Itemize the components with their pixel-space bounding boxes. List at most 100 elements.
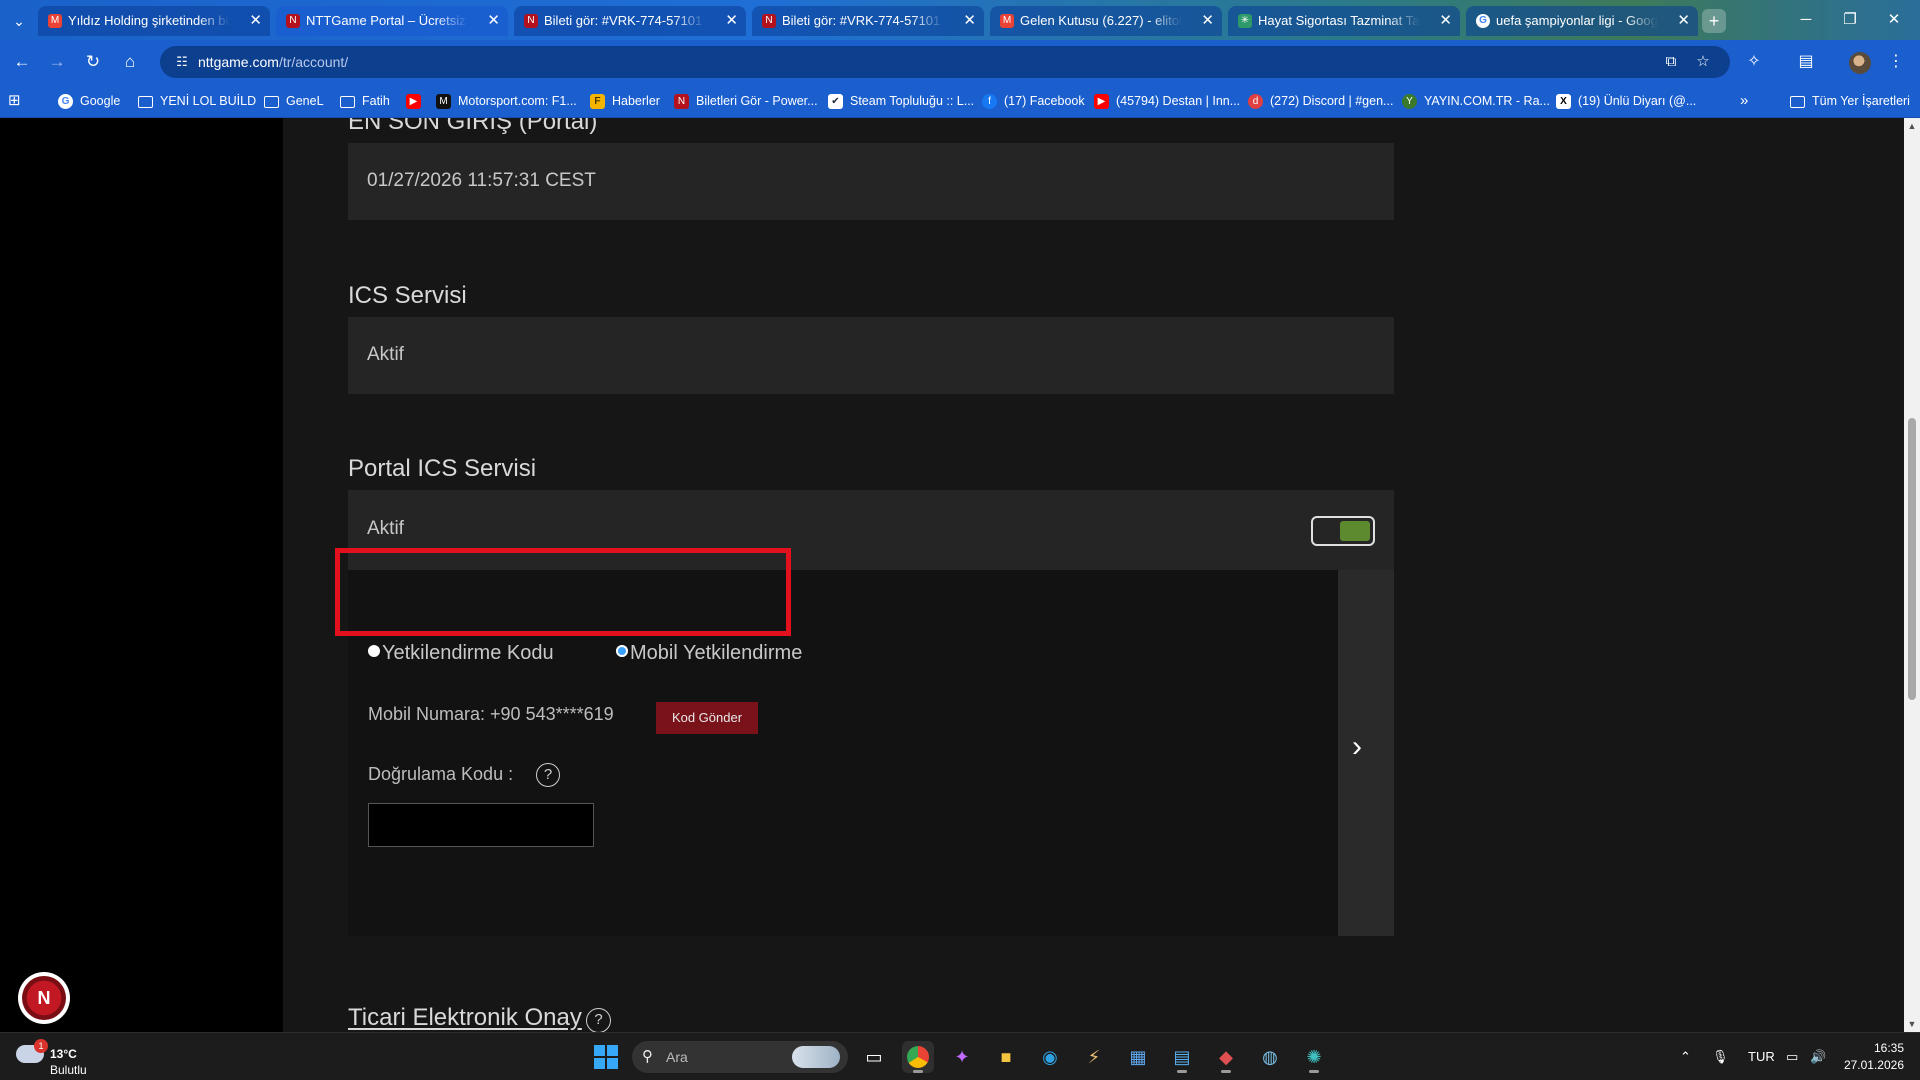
tab-4[interactable]: M Gelen Kutusu (6.227) - elitolov ✕ xyxy=(990,6,1222,36)
nttgame-logo[interactable]: N xyxy=(18,972,70,1024)
next-panel-button[interactable]: › xyxy=(1338,570,1394,936)
google-icon: G xyxy=(1476,14,1490,28)
game-app-icon[interactable]: ◆ xyxy=(1210,1041,1242,1073)
start-button[interactable] xyxy=(594,1045,618,1069)
reading-mode-icon[interactable]: ▤ xyxy=(1794,50,1818,74)
network-app-icon[interactable]: ✺ xyxy=(1298,1041,1330,1073)
network-icon[interactable]: ▭ xyxy=(1786,1033,1798,1080)
news-icon: F xyxy=(590,94,605,109)
bookmarks-overflow-button[interactable]: » xyxy=(1740,84,1748,118)
mobile-number-label: Mobil Numara: +90 543****619 xyxy=(368,704,614,724)
profile-avatar[interactable] xyxy=(1849,52,1871,74)
tab-5[interactable]: ✳ Hayat Sigortası Tazminat Talebi ✕ xyxy=(1228,6,1460,36)
running-indicator xyxy=(1309,1070,1319,1073)
bookmark-motorsport[interactable]: M Motorsport.com: F1... xyxy=(436,84,577,118)
bookmark-folder-fatih[interactable]: Fatih xyxy=(340,84,390,118)
home-icon[interactable]: ⌂ xyxy=(116,48,144,76)
reload-icon[interactable]: ↻ xyxy=(79,48,107,76)
back-icon[interactable]: ← xyxy=(8,48,36,76)
close-window-icon[interactable]: ✕ xyxy=(1866,0,1920,40)
windows-taskbar: 1 13°C Bulutlu ⚲ Ara ▭ ✦ ■ ◉ ⚡ ▦ ▤ ◆ ◍ ✺… xyxy=(0,1032,1920,1080)
clock[interactable]: 16:35 27.01.2026 xyxy=(1840,1040,1904,1074)
search-icon: ⚲ xyxy=(642,1048,653,1065)
task-view-icon[interactable]: ▭ xyxy=(858,1041,890,1073)
taskbar-search[interactable]: ⚲ Ara xyxy=(632,1041,848,1073)
tab-0[interactable]: M Yıldız Holding şirketinden bir B ✕ xyxy=(38,6,270,36)
tray-overflow-icon[interactable]: ⌃ xyxy=(1680,1033,1691,1080)
search-highlight-image xyxy=(792,1046,840,1068)
url-text[interactable]: nttgame.com/tr/account/ xyxy=(198,46,348,78)
all-bookmarks-button[interactable]: Tüm Yer İşaretleri xyxy=(1790,84,1910,118)
volume-icon[interactable]: 🔊 xyxy=(1810,1033,1826,1080)
tab-title: Yıldız Holding şirketinden bir B xyxy=(68,13,230,28)
language-indicator[interactable]: TUR xyxy=(1748,1033,1775,1080)
send-code-button[interactable]: Kod Gönder xyxy=(656,702,758,734)
file-explorer-icon[interactable]: ■ xyxy=(990,1041,1022,1073)
bookmark-star-icon[interactable]: ☆ xyxy=(1692,51,1714,73)
nttgame-icon: N xyxy=(674,94,689,109)
help-icon[interactable]: ? xyxy=(586,1008,611,1033)
running-indicator xyxy=(1177,1070,1187,1073)
tab-1[interactable]: N NTTGame Portal – Ücretsiz Onl ✕ xyxy=(276,6,508,36)
site-info-icon[interactable]: ☷ xyxy=(172,52,192,72)
bookmark-discord[interactable]: d (272) Discord | #gen... xyxy=(1248,84,1393,118)
bookmark-haberler[interactable]: F Haberler xyxy=(590,84,660,118)
windows-icon-pane xyxy=(607,1058,618,1069)
radio-mobile-auth[interactable]: Mobil Yetkilendirme xyxy=(616,642,802,665)
forward-icon[interactable]: → xyxy=(43,48,71,76)
tab-title: Bileti gör: #VRK-774-57101 - P xyxy=(544,13,706,28)
verification-code-input[interactable] xyxy=(368,803,594,847)
tab-6[interactable]: G uefa şampiyonlar ligi - Google ✕ xyxy=(1466,6,1698,36)
leaf-icon: ✳ xyxy=(1238,14,1252,28)
bookmark-folder-lol[interactable]: YENİ LOL BUİLD xyxy=(138,84,256,118)
tab-close-icon[interactable]: ✕ xyxy=(249,6,262,36)
bookmark-steam[interactable]: ✔ Steam Topluluğu :: L... xyxy=(828,84,974,118)
notepad-icon[interactable]: ▤ xyxy=(1166,1041,1198,1073)
bookmark-biletler[interactable]: N Biletleri Gör - Power... xyxy=(674,84,818,118)
tab-search-icon[interactable]: ⌄ xyxy=(6,8,32,34)
install-app-icon[interactable]: ⧉ xyxy=(1660,51,1682,73)
scrollbar-thumb[interactable] xyxy=(1908,418,1916,700)
apps-icon[interactable]: ⊞ xyxy=(8,84,21,118)
edge-icon[interactable]: ◉ xyxy=(1034,1041,1066,1073)
store-icon[interactable]: ▦ xyxy=(1122,1041,1154,1073)
portal-ics-title: Portal ICS Servisi xyxy=(348,455,537,482)
address-bar[interactable]: ☷ nttgame.com/tr/account/ ⧉ ☆ xyxy=(160,46,1730,78)
scroll-down-icon[interactable]: ▼ xyxy=(1904,1016,1920,1032)
microphone-icon[interactable]: 🎙 xyxy=(1712,1033,1729,1080)
tab-2[interactable]: N Bileti gör: #VRK-774-57101 - P ✕ xyxy=(514,6,746,36)
menu-icon[interactable]: ⋮ xyxy=(1884,50,1908,74)
tab-close-icon[interactable]: ✕ xyxy=(1677,6,1690,36)
verification-code-label: Doğrulama Kodu : xyxy=(368,764,514,784)
bookmark-google[interactable]: G Google xyxy=(58,84,120,118)
tab-close-icon[interactable]: ✕ xyxy=(1201,6,1214,36)
tab-close-icon[interactable]: ✕ xyxy=(963,6,976,36)
radio-unchecked[interactable] xyxy=(368,645,380,657)
folder-icon xyxy=(1790,96,1805,108)
extensions-icon[interactable]: ✧ xyxy=(1742,50,1766,74)
new-tab-button[interactable]: + xyxy=(1702,9,1726,33)
youtube-icon: ▶ xyxy=(1094,94,1109,109)
ticari-onay-title[interactable]: Ticari Elektronik Onay xyxy=(348,1004,582,1032)
tab-close-icon[interactable]: ✕ xyxy=(487,6,500,36)
radio-checked[interactable] xyxy=(616,645,628,657)
bookmark-x[interactable]: X (19) Ünlü Diyarı (@... xyxy=(1556,84,1696,118)
radio-auth-code[interactable]: Yetkilendirme Kodu xyxy=(368,642,554,665)
bookmark-youtube[interactable]: ▶ xyxy=(406,84,428,118)
tab-close-icon[interactable]: ✕ xyxy=(1439,6,1452,36)
ics-service-panel: Aktif xyxy=(348,317,1394,394)
bookmark-folder-genel[interactable]: GeneL xyxy=(264,84,324,118)
app-icon[interactable]: ⚡ xyxy=(1078,1041,1110,1073)
bookmark-facebook[interactable]: f (17) Facebook xyxy=(982,84,1085,118)
globe-app-icon[interactable]: ◍ xyxy=(1254,1041,1286,1073)
scroll-up-icon[interactable]: ▲ xyxy=(1904,118,1920,134)
bookmark-yayin[interactable]: Y YAYIN.COM.TR - Ra... xyxy=(1402,84,1550,118)
help-icon[interactable]: ? xyxy=(536,763,560,787)
bookmark-youtube-destan[interactable]: ▶ (45794) Destan | Inn... xyxy=(1094,84,1240,118)
copilot-icon[interactable]: ✦ xyxy=(946,1041,978,1073)
page-scrollbar[interactable]: ▲ ▼ xyxy=(1904,118,1920,1032)
tab-3[interactable]: N Bileti gör: #VRK-774-57101 - P ✕ xyxy=(752,6,984,36)
tab-close-icon[interactable]: ✕ xyxy=(725,6,738,36)
chrome-icon[interactable] xyxy=(902,1041,934,1073)
portal-ics-toggle[interactable] xyxy=(1311,516,1375,546)
